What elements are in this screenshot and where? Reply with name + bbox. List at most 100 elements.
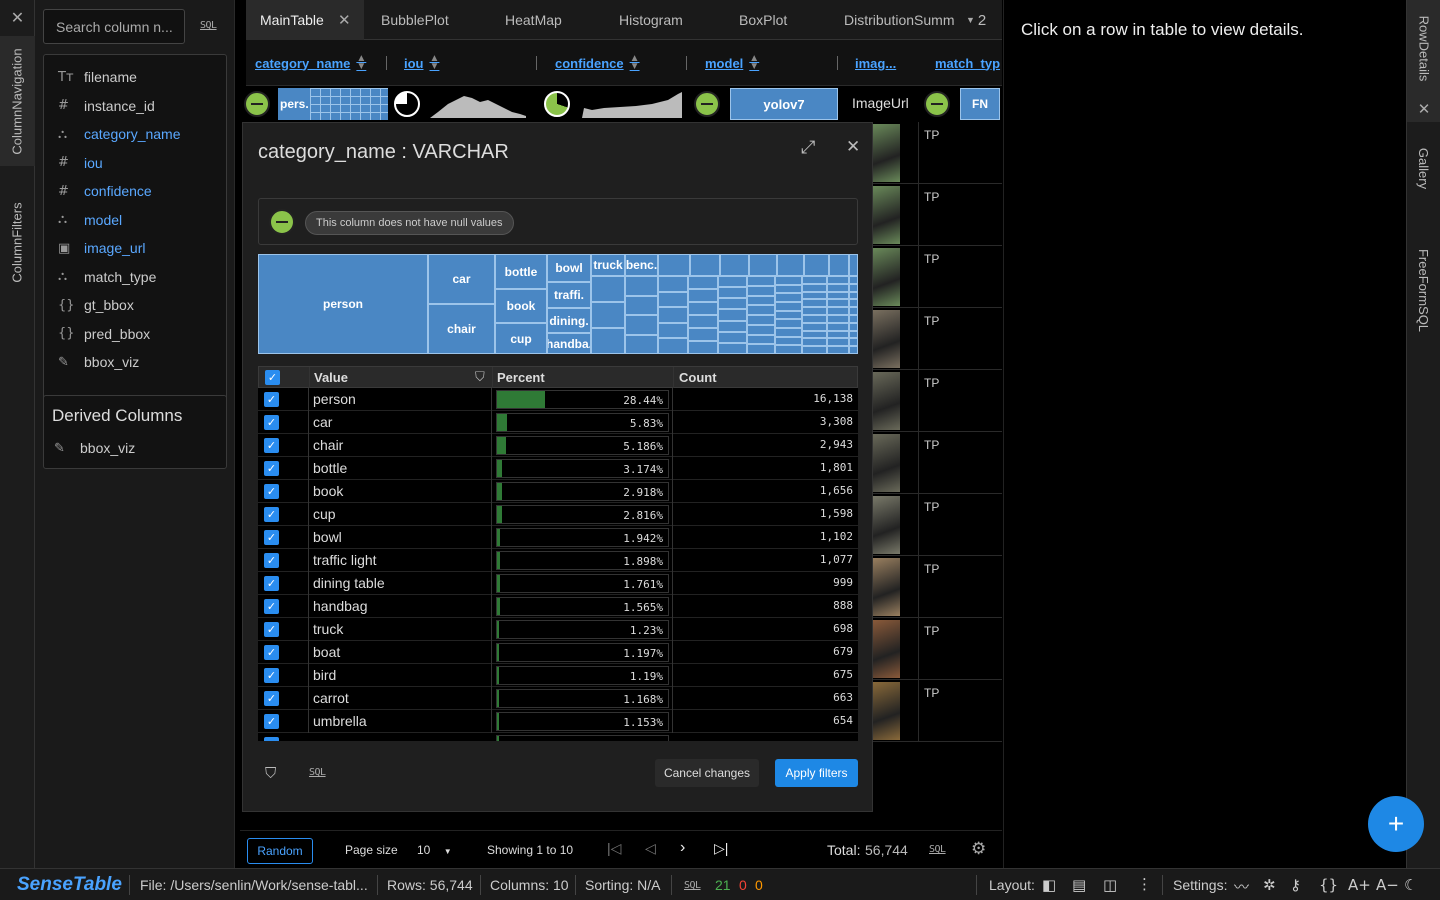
settings-gear-icon[interactable]: ⚙ (971, 839, 986, 859)
value-checkbox[interactable]: ✓ (264, 392, 279, 407)
dark-mode-icon[interactable]: ☾ (1404, 876, 1417, 894)
sort-icon[interactable]: ▲ ▼ (749, 54, 759, 72)
tab-overflow-button[interactable]: ▼ 2 (966, 0, 986, 40)
treemap-cell[interactable]: truck (591, 254, 625, 276)
iou-histogram-sparkline[interactable] (428, 90, 528, 118)
close-right-panel-button[interactable]: ✕ (1407, 96, 1440, 122)
table-row[interactable]: TP (870, 432, 1002, 494)
layout-sidebar-icon[interactable]: ◧ (1042, 876, 1056, 894)
layout-columns-icon[interactable]: ◫ (1103, 876, 1117, 894)
bug-icon[interactable]: ✲ (1263, 876, 1276, 894)
expand-icon[interactable]: ⤢ (801, 137, 815, 158)
column-item-image-url[interactable]: ▣ image_url (44, 234, 226, 262)
table-row[interactable]: TP (870, 680, 1002, 742)
tab-row-details[interactable]: RowDetails (1407, 0, 1440, 96)
value-filter-icon[interactable]: ⛉ (475, 369, 485, 385)
confidence-histogram-sparkline[interactable] (580, 90, 684, 118)
table-row[interactable]: TP (870, 308, 1002, 370)
tab-distributionsumm[interactable]: DistributionSumm (844, 0, 966, 40)
image-thumbnail[interactable] (872, 186, 900, 244)
image-thumbnail[interactable] (872, 682, 900, 740)
image-thumbnail[interactable] (872, 558, 900, 616)
match-mini-treemap[interactable]: FN (960, 88, 1000, 120)
sort-icon[interactable]: ▲ ▼ (430, 54, 440, 72)
cancel-changes-button[interactable]: Cancel changes (655, 759, 759, 787)
treemap-cell[interactable]: person (258, 254, 428, 354)
select-all-checkbox[interactable]: ✓ (265, 370, 280, 385)
treemap-cell[interactable]: car (428, 254, 495, 304)
value-row-partial[interactable]: ✓ (258, 733, 858, 741)
value-row[interactable]: ✓ handbag 1.565% 888 (258, 595, 858, 618)
value-row[interactable]: ✓ book 2.918% 1,656 (258, 480, 858, 503)
font-increase-icon[interactable]: A+ (1348, 876, 1371, 894)
tab-maintable[interactable]: MainTable ✕ (246, 0, 364, 40)
value-checkbox[interactable]: ✓ (264, 576, 279, 591)
treemap-cell[interactable]: cup (495, 323, 547, 354)
filter-icon[interactable]: ⛉ (265, 765, 276, 782)
value-checkbox[interactable]: ✓ (264, 553, 279, 568)
value-row[interactable]: ✓ dining table 1.761% 999 (258, 572, 858, 595)
table-row[interactable]: TP (870, 246, 1002, 308)
value-row[interactable]: ✓ bird 1.19% 675 (258, 664, 858, 687)
query-success-count[interactable]: 21 (715, 877, 731, 893)
key-icon[interactable]: ⚷ (1290, 876, 1301, 894)
status-sql-link[interactable]: SQL (684, 880, 701, 891)
table-row[interactable]: TP (870, 494, 1002, 556)
sort-icon[interactable]: ▲ ▼ (356, 54, 366, 72)
value-checkbox[interactable]: ✓ (264, 668, 279, 683)
value-row[interactable]: ✓ cup 2.816% 1,598 (258, 503, 858, 526)
value-row[interactable]: ✓ bottle 3.174% 1,801 (258, 457, 858, 480)
derived-column-item[interactable]: ✎ bbox_viz (44, 434, 226, 462)
next-page-icon[interactable]: › (680, 839, 685, 857)
value-checkbox[interactable]: ✓ (264, 461, 279, 476)
value-row[interactable]: ✓ boat 1.197% 679 (258, 641, 858, 664)
random-button[interactable]: Random (247, 838, 313, 864)
treemap-cell[interactable]: book (495, 289, 547, 323)
tab-heatmap[interactable]: HeatMap (505, 0, 562, 40)
category-mini-treemap[interactable]: pers. (278, 88, 388, 120)
pager-sql-link[interactable]: SQL (929, 844, 946, 855)
tab-column-filters[interactable]: ColumnFilters (0, 175, 35, 310)
model-mini-treemap[interactable]: yolov7 (730, 88, 838, 120)
image-thumbnail[interactable] (872, 620, 900, 678)
column-item-category-name[interactable]: ⛬ category_name (44, 120, 226, 148)
treemap-cell[interactable]: bottle (495, 254, 547, 289)
header-model[interactable]: model ▲ ▼ (705, 40, 759, 86)
close-left-panel-button[interactable]: ✕ (0, 0, 35, 36)
value-row[interactable]: ✓ traffic light 1.898% 1,077 (258, 549, 858, 572)
close-tab-icon[interactable]: ✕ (338, 11, 351, 29)
image-thumbnail[interactable] (872, 372, 900, 430)
treemap-cell[interactable]: traffi. (547, 282, 591, 308)
treemap-small-cells[interactable] (591, 276, 858, 354)
add-fab-button[interactable]: + (1368, 796, 1424, 852)
table-row[interactable]: TP (870, 122, 1002, 184)
column-item-pred-bbox[interactable]: {} pred_bbox (44, 320, 226, 348)
value-checkbox[interactable]: ✓ (264, 484, 279, 499)
header-image-url[interactable]: imag... (855, 40, 896, 86)
more-vert-icon[interactable]: ⋮ (1137, 875, 1152, 893)
tab-gallery[interactable]: Gallery (1407, 130, 1440, 206)
prev-page-icon[interactable]: ◁ (645, 840, 656, 857)
tab-bubbleplot[interactable]: BubblePlot (381, 0, 449, 40)
value-row[interactable]: ✓ carrot 1.168% 663 (258, 687, 858, 710)
query-error-count[interactable]: 0 (739, 877, 747, 893)
table-row[interactable]: TP (870, 556, 1002, 618)
braces-icon[interactable]: {} (1319, 876, 1338, 894)
close-dialog-icon[interactable]: ✕ (846, 137, 860, 157)
page-size-select[interactable]: 10 ▼ (417, 843, 452, 857)
tab-freeform-sql[interactable]: FreeFormSQL (1407, 240, 1440, 340)
query-warning-count[interactable]: 0 (755, 877, 763, 893)
treemap-cell[interactable]: benc. (625, 254, 658, 276)
first-page-icon[interactable]: |◁ (607, 840, 621, 857)
value-row[interactable]: ✓ bowl 1.942% 1,102 (258, 526, 858, 549)
value-row[interactable]: ✓ person 28.44% 16,138 (258, 388, 858, 411)
treemap-cell[interactable]: dining. (547, 308, 591, 333)
value-checkbox[interactable]: ✓ (264, 507, 279, 522)
image-thumbnail[interactable] (872, 310, 900, 368)
image-thumbnail[interactable] (872, 124, 900, 182)
column-item-model[interactable]: ⛬ model (44, 206, 226, 234)
column-item-match-type[interactable]: ⛬ match_type (44, 263, 226, 291)
treemap-cell[interactable]: chair (428, 304, 495, 354)
value-checkbox[interactable]: ✓ (264, 714, 279, 729)
value-checkbox[interactable]: ✓ (264, 599, 279, 614)
